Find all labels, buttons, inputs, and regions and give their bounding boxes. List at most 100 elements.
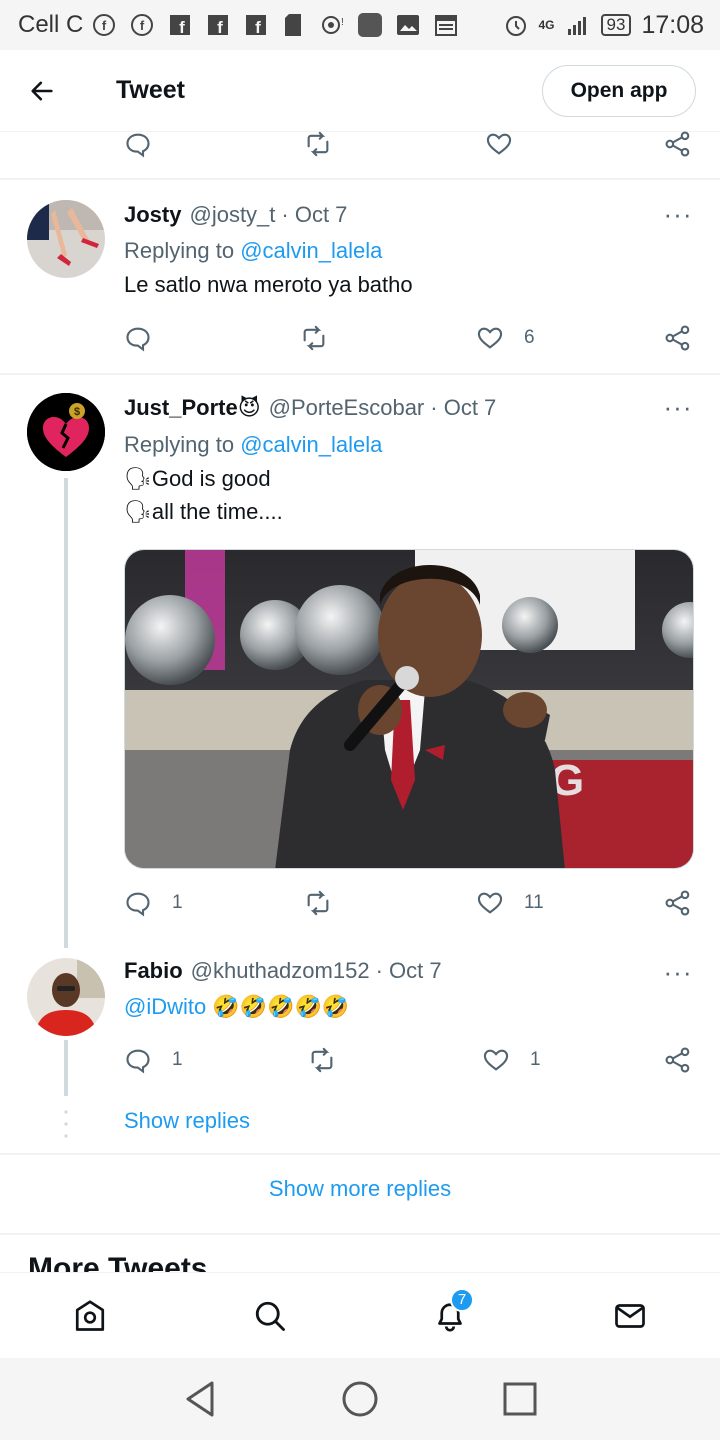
avatar[interactable] <box>27 200 105 278</box>
alarm-icon <box>503 12 529 38</box>
facebook-messenger-icon: f <box>129 12 155 38</box>
clock: 17:08 <box>641 10 704 39</box>
thread-dots <box>64 1110 68 1140</box>
timestamp[interactable]: · Oct 7 <box>281 202 347 228</box>
tab-notifications[interactable]: 7 <box>420 1286 480 1346</box>
search-icon <box>255 1301 285 1331</box>
mention-link[interactable]: @iDwito <box>124 994 206 1019</box>
retweet-button[interactable] <box>308 1040 336 1080</box>
sd-card-icon <box>281 12 307 38</box>
like-button[interactable] <box>485 124 513 164</box>
reply-button[interactable] <box>124 318 152 358</box>
share-button[interactable] <box>664 1040 692 1080</box>
retweet-icon <box>307 131 329 157</box>
display-name[interactable]: Josty <box>124 202 181 228</box>
svg-text:!: ! <box>341 17 344 28</box>
divider <box>0 1233 720 1235</box>
replying-to-label: Replying to <box>124 432 235 457</box>
mention-link[interactable]: @calvin_lalela <box>240 238 382 263</box>
display-name[interactable]: Fabio <box>124 958 183 984</box>
reply-count: 1 <box>172 1049 183 1070</box>
more-tweets-heading: More Tweets <box>28 1252 208 1272</box>
avatar[interactable] <box>27 958 105 1036</box>
system-back-button[interactable] <box>170 1369 230 1429</box>
more-options-button[interactable]: ··· <box>663 956 693 987</box>
share-button[interactable] <box>664 124 692 164</box>
retweet-button[interactable] <box>304 124 332 164</box>
facebook-messenger-icon: f <box>91 12 117 38</box>
carrier-label: Cell C <box>18 11 84 38</box>
facebook-icon: f <box>167 12 193 38</box>
retweet-icon <box>303 325 325 351</box>
app-notification-icon <box>357 12 383 38</box>
svg-text:f: f <box>180 18 186 36</box>
like-button[interactable]: 6 <box>476 318 535 358</box>
svg-text:f: f <box>102 18 107 33</box>
tweet-header: Josty @josty_t · Oct 7 <box>124 202 347 228</box>
more-options-button[interactable]: ··· <box>663 198 693 229</box>
more-icon: ··· <box>663 198 693 229</box>
back-button[interactable] <box>0 50 84 132</box>
retweet-icon <box>311 1047 333 1073</box>
share-button[interactable] <box>664 883 692 923</box>
show-more-replies-link[interactable]: Show more replies <box>0 1176 720 1202</box>
tab-home[interactable] <box>60 1286 120 1346</box>
more-icon: ··· <box>663 956 693 987</box>
more-options-button[interactable]: ··· <box>664 392 692 422</box>
like-button[interactable]: 11 <box>476 883 544 923</box>
reply-button[interactable]: 1 <box>124 1040 183 1080</box>
replying-to: Replying to @calvin_lalela <box>124 238 382 264</box>
reply-icon <box>126 892 150 917</box>
tab-search[interactable] <box>240 1286 300 1346</box>
svg-text:$: $ <box>74 406 80 418</box>
system-home-button[interactable] <box>330 1369 390 1429</box>
top-app-bar: Tweet Open app <box>0 50 720 132</box>
notification-badge: 7 <box>450 1287 474 1312</box>
heart-icon <box>477 892 503 914</box>
reply-icon <box>126 1049 150 1074</box>
reply-icon <box>126 133 150 158</box>
retweet-icon <box>307 890 329 916</box>
like-count: 11 <box>524 892 544 913</box>
reply-count: 1 <box>172 892 183 913</box>
heart-icon <box>477 327 503 349</box>
arrow-left-icon <box>31 81 53 100</box>
avatar[interactable]: $ <box>27 393 105 471</box>
show-replies-link[interactable]: Show replies <box>124 1108 250 1134</box>
tweet-fabio[interactable]: Fabio @khuthadzom152 · Oct 7 ··· @iDwito… <box>0 948 720 1098</box>
open-app-button[interactable]: Open app <box>542 64 696 117</box>
svg-text:f: f <box>256 18 262 36</box>
svg-text:f: f <box>218 18 224 36</box>
share-icon <box>665 890 690 916</box>
svg-text:f: f <box>140 18 145 33</box>
timestamp[interactable]: · Oct 7 <box>430 395 496 421</box>
tab-messages[interactable] <box>600 1286 660 1346</box>
share-button[interactable] <box>664 318 692 358</box>
tweet-josty[interactable]: Josty @josty_t · Oct 7 ··· Replying to @… <box>0 180 720 373</box>
tweet-text-line-1: 🗣God is good <box>124 466 271 491</box>
gallery-icon <box>395 12 421 38</box>
heart-icon <box>483 1049 509 1071</box>
system-recents-button[interactable] <box>490 1369 550 1429</box>
handle[interactable]: @josty_t <box>189 202 275 228</box>
retweet-button[interactable] <box>304 883 332 923</box>
mention-link[interactable]: @calvin_lalela <box>240 432 382 457</box>
display-name[interactable]: Just_Porte😈 <box>124 395 261 421</box>
like-count: 6 <box>524 327 535 348</box>
retweet-button[interactable] <box>300 318 328 358</box>
bottom-tab-bar: 7 <box>0 1272 720 1358</box>
reply-icon <box>126 327 150 352</box>
like-button[interactable]: 1 <box>482 1040 541 1080</box>
handle[interactable]: @PorteEscobar <box>269 395 425 421</box>
reply-button[interactable] <box>124 124 152 164</box>
previous-tweet-actions <box>0 124 720 164</box>
network-type-label: 4G <box>538 18 555 32</box>
reply-button[interactable]: 1 <box>124 883 183 923</box>
share-icon <box>665 131 690 157</box>
home-icon <box>75 1299 105 1331</box>
tweet-media-image[interactable]: G <box>124 549 694 869</box>
handle[interactable]: @khuthadzom152 <box>191 958 370 984</box>
facebook-icon: f <box>243 12 269 38</box>
square-recents-icon <box>503 1382 537 1416</box>
timestamp[interactable]: · Oct 7 <box>376 958 442 984</box>
